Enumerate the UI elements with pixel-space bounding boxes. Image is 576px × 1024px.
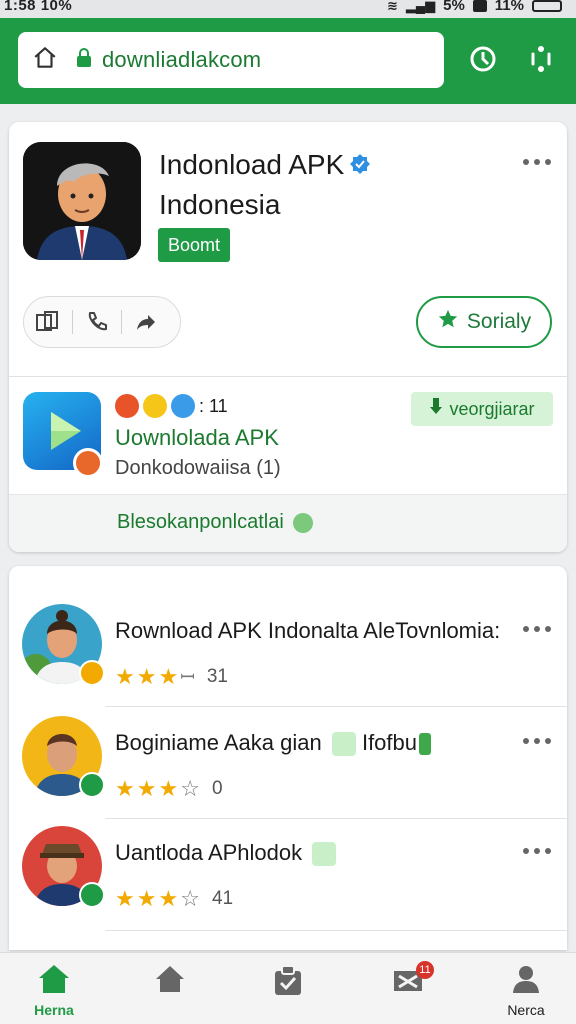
status-signal-text: 5% [443, 0, 465, 14]
nav-store[interactable] [138, 963, 202, 1023]
profile-icon [509, 963, 543, 1000]
tag-chip-icon [312, 842, 337, 867]
list-item[interactable]: Boginiame Aaka gian Ifofbu ★ ★ ★ ☆ 0 [9, 678, 567, 800]
install-button[interactable]: veorgjiarar [411, 392, 553, 426]
sim-icon [472, 0, 487, 12]
category-badge[interactable]: Boomt [158, 228, 231, 262]
follow-label: Sorialy [466, 310, 532, 333]
home-icon [37, 963, 71, 1000]
action-group [23, 296, 181, 348]
reaction-count: : 11 [199, 395, 228, 416]
signal-icon: ▂▄▆ [405, 0, 436, 13]
bottom-navigation: Herna 11 Nerca [0, 952, 576, 1024]
list-item[interactable]: Rownload APK Indonalta AleTovnlomia: ★ ★… [9, 566, 567, 688]
list-item-title: Boginiame Aaka gian Ifofbu [115, 730, 431, 757]
app-list-card: Rownload APK Indonalta AleTovnlomia: ★ ★… [9, 566, 567, 950]
overflow-menu-icon[interactable] [523, 626, 551, 634]
list-item[interactable]: Uantloda APhlodok ★ ★ ★ ☆ 41 [9, 788, 567, 910]
tag-chip-icon [331, 732, 356, 757]
app-title-line2: Indonesia [159, 188, 281, 220]
nav-clipboard[interactable] [256, 963, 320, 1023]
secondary-app-title[interactable]: Uownlolada APK [115, 425, 279, 451]
app-detail-card: Indonload APK Indonesia Boomt Sorialy : … [9, 122, 567, 552]
list-item-extra: Ifofbu [361, 730, 417, 755]
download-icon [429, 397, 443, 421]
star-icon: ★ [115, 886, 135, 911]
messenger-icon [171, 394, 195, 418]
address-bar[interactable]: downliadlakcom [18, 32, 444, 88]
clipboard-icon [271, 963, 305, 1002]
reaction-row: : 11 [115, 394, 228, 418]
smile-emoji-icon [143, 394, 167, 418]
home-icon[interactable] [32, 45, 58, 76]
star-outline-icon: ☆ [180, 886, 200, 911]
app-title: Indonload APK Indonesia [159, 146, 372, 224]
clock-icon[interactable] [466, 42, 500, 76]
nav-profile-label: Nerca [507, 1002, 545, 1018]
overflow-menu-icon[interactable] [523, 738, 551, 746]
nav-home[interactable]: Herna [22, 963, 86, 1023]
screen-share-icon[interactable] [24, 298, 72, 346]
smiley-icon [293, 512, 314, 533]
url-text[interactable]: downliadlakcom [102, 47, 261, 73]
nav-home-label: Herna [34, 1002, 74, 1018]
nav-mail[interactable]: 11 [376, 961, 440, 1023]
more-icon[interactable] [524, 42, 558, 76]
list-item-title: Rownload APK Indonalta AleTovnlomia: [115, 618, 501, 643]
phone-icon[interactable] [73, 298, 121, 346]
install-label: veorgjiarar [449, 398, 535, 419]
overflow-menu-icon[interactable] [523, 159, 551, 167]
follow-button[interactable]: Sorialy [416, 296, 552, 348]
overflow-menu-icon[interactable] [523, 848, 551, 856]
rating-count: 41 [211, 888, 234, 909]
verified-badge-icon [79, 882, 105, 908]
browser-toolbar: downliadlakcom [0, 18, 576, 104]
card-footer[interactable]: Blesokanponlcatlai [9, 494, 567, 552]
secondary-app-subtitle: Donkodowaiisa (1) [115, 457, 281, 479]
star-icon: ★ [136, 886, 157, 911]
app-icon[interactable] [23, 142, 141, 260]
store-icon [153, 963, 187, 1000]
app-title-line1: Indonload APK [159, 149, 345, 180]
app-badge-icon [73, 448, 103, 478]
list-item-title: Uantloda APhlodok [115, 840, 337, 867]
angry-emoji-icon [115, 394, 139, 418]
notification-badge: 11 [416, 961, 434, 979]
star-icon [437, 308, 459, 336]
rating: ★ ★ ★ ☆ 41 [115, 888, 233, 910]
verified-icon [348, 148, 372, 186]
share-icon[interactable] [122, 298, 170, 346]
status-battery-text: 11% [494, 0, 524, 14]
footer-label: Blesokanponlcatlai [117, 511, 314, 534]
star-icon: ★ [158, 886, 179, 911]
status-bar: 1:58 10% ≋ ▂▄▆ 5% 11% [0, 0, 576, 18]
status-time: 1:58 10% [4, 0, 73, 14]
battery-icon [532, 0, 562, 12]
nav-profile[interactable]: Nerca [494, 963, 558, 1023]
lock-icon [76, 47, 92, 73]
wifi-icon: ≋ [386, 0, 398, 13]
battery-tag-icon [419, 733, 431, 756]
